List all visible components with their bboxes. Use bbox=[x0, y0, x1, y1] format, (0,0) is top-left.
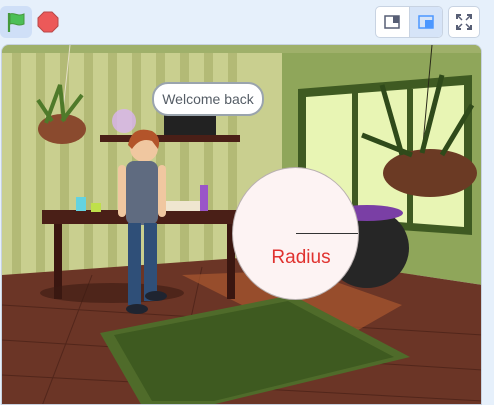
large-stage-button[interactable] bbox=[409, 7, 442, 37]
small-stage-icon bbox=[384, 15, 400, 29]
stop-button[interactable] bbox=[36, 10, 60, 34]
green-flag-button[interactable] bbox=[0, 6, 32, 38]
radius-label: Radius bbox=[271, 247, 331, 268]
fullscreen-button[interactable] bbox=[448, 6, 480, 38]
small-stage-button[interactable] bbox=[376, 7, 410, 37]
radius-line bbox=[296, 233, 358, 234]
fullscreen-icon bbox=[456, 14, 472, 30]
stop-sign-icon bbox=[37, 11, 59, 33]
large-stage-icon bbox=[418, 15, 434, 29]
green-flag-icon bbox=[7, 13, 25, 32]
stage-toolbar bbox=[0, 0, 494, 44]
speech-bubble: Welcome back bbox=[152, 82, 264, 116]
stage-size-toggle bbox=[375, 6, 443, 38]
